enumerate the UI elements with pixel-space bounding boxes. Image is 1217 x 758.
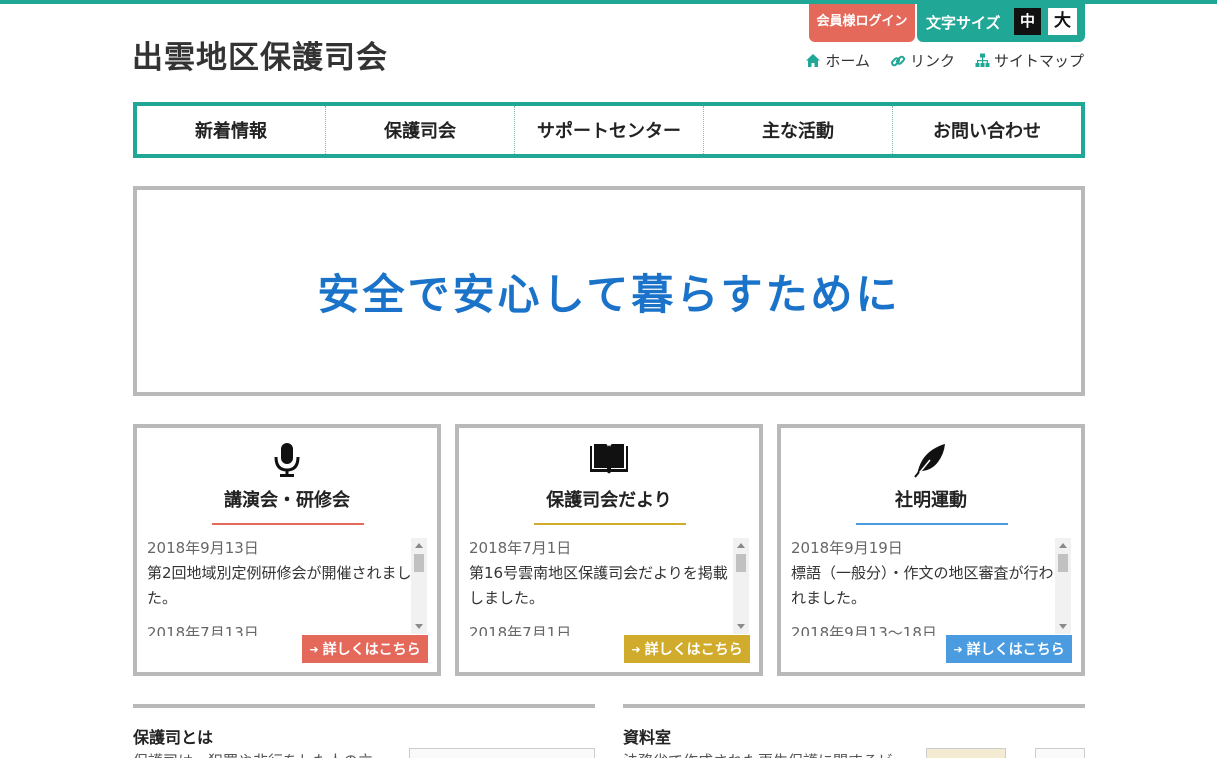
font-size-label: 文字サイズ bbox=[926, 14, 1001, 32]
news-date: 2018年9月13日 bbox=[147, 539, 259, 557]
more-button-label: 詳しくはこちら bbox=[966, 642, 1065, 658]
nav-item-contact[interactable]: お問い合わせ bbox=[893, 106, 1081, 154]
more-button-label: 詳しくはこちら bbox=[644, 642, 743, 658]
home-link-label: ホーム bbox=[825, 52, 870, 70]
news-scrollbar[interactable] bbox=[411, 538, 427, 634]
section-image bbox=[926, 748, 1006, 758]
news-date: 2018年9月13〜18日 bbox=[791, 624, 937, 636]
nav-item-news[interactable]: 新着情報 bbox=[137, 106, 326, 154]
card-title: 保護司会だより bbox=[546, 490, 672, 511]
nav-item-activities[interactable]: 主な活動 bbox=[704, 106, 893, 154]
news-scrollbar[interactable] bbox=[1055, 538, 1071, 634]
card-shamei-campaign: 社明運動 2018年9月19日 標語（一般分）・作文の地区審査が行われました。 … bbox=[777, 424, 1085, 676]
site-title[interactable]: 出雲地区保護司会 bbox=[132, 32, 388, 77]
news-date: 2018年9月19日 bbox=[791, 539, 903, 557]
sitemap-link-label: サイトマップ bbox=[993, 52, 1084, 70]
link-icon bbox=[890, 55, 905, 66]
news-text[interactable]: 標語（一般分）・作文の地区審査が行われました。 bbox=[791, 561, 1059, 611]
card-title: 講演会・研修会 bbox=[224, 490, 350, 511]
news-date: 2018年7月13日 bbox=[147, 624, 259, 636]
font-size-large-button[interactable]: 大 bbox=[1048, 8, 1077, 35]
newsletter-more-button[interactable]: ➜ 詳しくはこちら bbox=[624, 635, 750, 663]
feather-icon bbox=[914, 444, 945, 478]
book-icon bbox=[590, 444, 628, 474]
news-date: 2018年7月1日 bbox=[469, 539, 572, 557]
section-about-probation: 保護司とは 保護司は、犯罪や非行をした人の立 bbox=[133, 704, 595, 758]
section-library: 資料室 法務省で作成された更生保護に関するビ bbox=[623, 704, 1085, 758]
section-title: 資料室 bbox=[623, 728, 672, 747]
font-size-switcher: 文字サイズ 中 大 bbox=[917, 4, 1085, 42]
arrow-right-icon: ➜ bbox=[309, 642, 319, 656]
sitemap-icon bbox=[975, 53, 990, 67]
news-list[interactable]: 2018年7月1日 第16号雲南地区保護司会だよりを掲載しました。 2018年7… bbox=[469, 536, 737, 636]
news-text[interactable]: 第16号雲南地区保護司会だよりを掲載しました。 bbox=[469, 561, 737, 611]
section-title: 保護司とは bbox=[133, 728, 214, 747]
section-text: 法務省で作成された更生保護に関するビ bbox=[623, 750, 893, 758]
section-text: 保護司は、犯罪や非行をした人の立 bbox=[133, 750, 373, 758]
news-list[interactable]: 2018年9月19日 標語（一般分）・作文の地区審査が行われました。 2018年… bbox=[791, 536, 1059, 636]
home-icon bbox=[806, 54, 821, 67]
global-nav: 新着情報 保護司会 サポートセンター 主な活動 お問い合わせ bbox=[133, 102, 1085, 158]
campaign-more-button[interactable]: ➜ 詳しくはこちら bbox=[946, 635, 1072, 663]
arrow-right-icon: ➜ bbox=[631, 642, 641, 656]
card-divider bbox=[534, 523, 686, 525]
home-link[interactable]: ホーム bbox=[805, 50, 870, 71]
news-date: 2018年7月1日 bbox=[469, 624, 572, 636]
sitemap-link[interactable]: サイトマップ bbox=[975, 50, 1084, 71]
card-newsletter: 保護司会だより 2018年7月1日 第16号雲南地区保護司会だよりを掲載しました… bbox=[455, 424, 763, 676]
card-lectures: 講演会・研修会 2018年9月13日 第2回地域別定例研修会が開催されました。 … bbox=[133, 424, 441, 676]
card-divider bbox=[212, 523, 364, 525]
font-size-medium-button[interactable]: 中 bbox=[1014, 8, 1041, 35]
more-button-label: 詳しくはこちら bbox=[322, 642, 421, 658]
card-title: 社明運動 bbox=[895, 490, 967, 511]
microphone-icon bbox=[274, 443, 300, 477]
link-page-label: リンク bbox=[909, 52, 955, 70]
news-scrollbar[interactable] bbox=[733, 538, 749, 634]
link-page-link[interactable]: リンク bbox=[890, 50, 955, 71]
hero-banner: 安全で安心して暮らすために bbox=[133, 186, 1085, 396]
card-divider bbox=[856, 523, 1008, 525]
news-list[interactable]: 2018年9月13日 第2回地域別定例研修会が開催されました。 2018年7月1… bbox=[147, 536, 415, 636]
nav-item-association[interactable]: 保護司会 bbox=[326, 106, 515, 154]
section-image bbox=[409, 748, 595, 758]
lectures-more-button[interactable]: ➜ 詳しくはこちら bbox=[302, 635, 428, 663]
member-login-button[interactable]: 会員様ログイン bbox=[809, 4, 915, 42]
utility-links: ホーム リンク サイトマップ bbox=[805, 50, 1084, 71]
section-image bbox=[1035, 748, 1085, 758]
hero-text: 安全で安心して暮らすために bbox=[317, 269, 901, 319]
nav-item-support-center[interactable]: サポートセンター bbox=[515, 106, 704, 154]
arrow-right-icon: ➜ bbox=[953, 642, 963, 656]
news-text[interactable]: 第2回地域別定例研修会が開催されました。 bbox=[147, 561, 415, 611]
